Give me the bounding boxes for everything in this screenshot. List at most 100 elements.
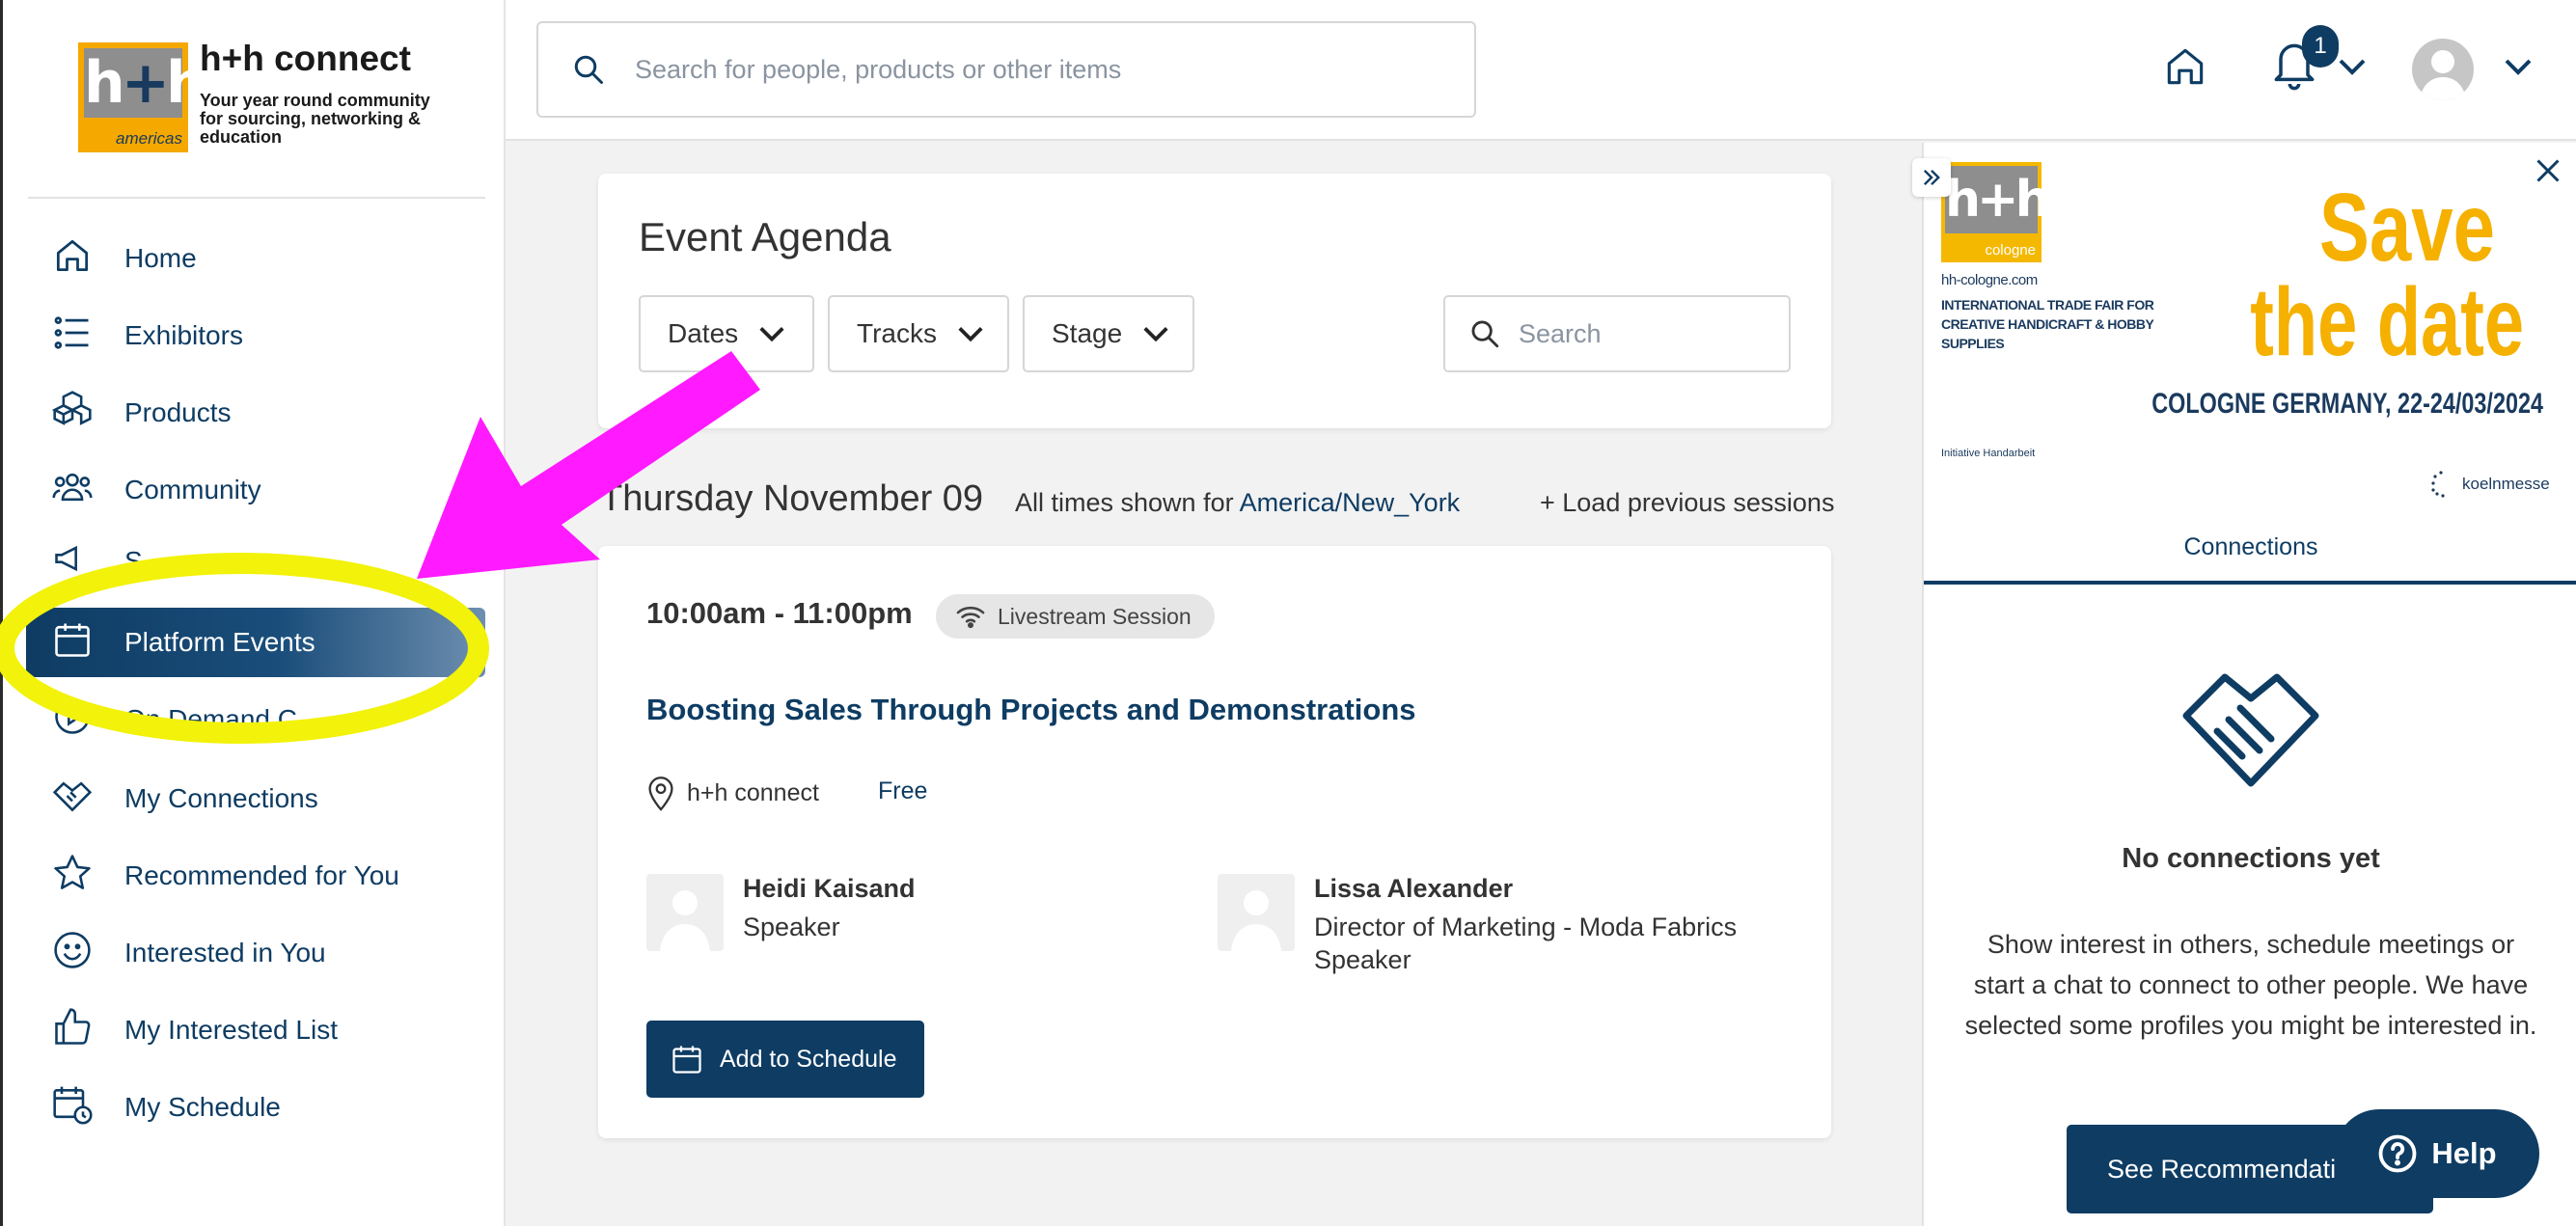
sidebar-item-partial[interactable]: S [26, 532, 485, 590]
chevron-down-icon [1143, 327, 1168, 342]
day-title: Thursday November 09 [600, 478, 984, 519]
search-icon [574, 55, 603, 84]
location-label: h+h connect [687, 778, 819, 806]
top-bar: 1 [506, 0, 2576, 141]
sidebar-item-my-connections[interactable]: My Connections [26, 764, 485, 833]
logo-sub: americas [116, 129, 182, 148]
speaker-role: Speaker [743, 913, 840, 941]
sidebar-item-interested-in-you[interactable]: Interested in You [26, 918, 485, 988]
stage-filter[interactable]: Stage [1023, 295, 1194, 372]
double-chevron-right-icon [1923, 169, 1940, 186]
filter-label: Tracks [857, 318, 937, 348]
expand-panel-button[interactable] [1912, 158, 1951, 197]
sidebar: h+h americas h+h connect Your year round… [0, 0, 506, 1226]
global-search[interactable] [536, 21, 1476, 118]
session-time: 10:00am - 11:00pm [646, 596, 913, 630]
sidebar-item-community[interactable]: Community [26, 455, 485, 525]
sidebar-item-label: Community [124, 475, 261, 504]
agenda-filter-card: Event Agenda Dates Tracks Stage [598, 174, 1831, 428]
empty-state-title: No connections yet [2122, 843, 2380, 874]
home-button[interactable] [2161, 42, 2209, 91]
chevron-down-icon[interactable] [2337, 56, 2368, 77]
sidebar-item-on-demand[interactable]: On Demand C [26, 691, 485, 749]
schedule-icon [51, 1083, 99, 1131]
koelnmesse-logo: koelnmesse [2429, 471, 2550, 498]
calendar-icon [672, 1046, 701, 1074]
dates-filter[interactable]: Dates [639, 295, 814, 372]
banner-headline: Save [2318, 174, 2495, 282]
add-to-schedule-button[interactable]: Add to Schedule [646, 1021, 924, 1098]
banner-sponsor: Initiative Handarbeit [1941, 448, 2036, 459]
search-icon [1471, 320, 1499, 348]
banner-site: hh-cologne.com [1941, 272, 2038, 288]
user-avatar[interactable] [2412, 39, 2474, 100]
chevron-down-icon [958, 327, 983, 342]
handshake-icon [2179, 664, 2323, 789]
logo-mark: h+h [1945, 166, 2051, 233]
question-circle-icon [2378, 1134, 2417, 1173]
load-previous-sessions[interactable]: + Load previous sessions [1540, 488, 1834, 518]
help-button[interactable]: Help [2335, 1109, 2539, 1198]
sidebar-item-home[interactable]: Home [26, 224, 485, 293]
page-title: Event Agenda [639, 214, 891, 259]
close-banner-button[interactable] [2534, 156, 2562, 185]
speaker-avatar [1218, 874, 1295, 951]
hh-cologne-logo: h+h cologne [1941, 162, 2051, 262]
timezone-link[interactable]: America/New_York [1240, 488, 1461, 517]
session-location: h+h connect [646, 774, 819, 812]
dots-arc-icon [2431, 471, 2445, 498]
tracks-filter[interactable]: Tracks [828, 295, 1009, 372]
megaphone-icon [51, 537, 99, 586]
session-price: Free [878, 777, 928, 804]
notification-badge: 1 [2302, 25, 2339, 68]
button-label: Add to Schedule [720, 1045, 897, 1073]
sidebar-item-my-schedule[interactable]: My Schedule [26, 1073, 485, 1142]
hh-americas-logo[interactable]: h+h americas [78, 42, 207, 152]
sidebar-item-label: My Connections [124, 783, 318, 813]
connections-panel: h+h cologne hh-cologne.com INTERNATIONAL… [1912, 143, 2576, 1226]
speaker-role: Director of Marketing - Moda Fabrics [1314, 913, 1738, 941]
filter-label: Stage [1052, 318, 1123, 348]
sidebar-item-recommended[interactable]: Recommended for You [26, 841, 485, 911]
star-icon [51, 852, 99, 900]
chevron-down-icon[interactable] [2503, 56, 2534, 77]
sidebar-item-interested-list[interactable]: My Interested List [26, 995, 485, 1065]
speaker-role: Speaker [1314, 945, 1411, 974]
boxes-icon [51, 389, 99, 437]
brand-name: h+h connect [200, 39, 411, 78]
close-icon [2536, 159, 2560, 182]
speaker-name: Heidi Kaisand [743, 874, 916, 903]
sidebar-item-label: Recommended for You [124, 860, 399, 890]
home-icon [2167, 48, 2204, 85]
sidebar-item-label: Interested in You [124, 938, 326, 967]
play-icon [51, 695, 99, 744]
session-title[interactable]: Boosting Sales Through Projects and Demo… [646, 693, 1416, 727]
global-search-input[interactable] [635, 54, 1407, 85]
filter-label: Dates [668, 318, 739, 348]
smile-icon [51, 929, 99, 977]
agenda-search[interactable] [1443, 295, 1791, 372]
organizer-label: koelnmesse [2462, 475, 2550, 493]
save-the-date-banner[interactable]: h+h cologne hh-cologne.com INTERNATIONAL… [1924, 143, 2576, 513]
tab-connections[interactable]: Connections [1924, 513, 2576, 585]
sidebar-divider [28, 197, 485, 199]
wifi-icon [956, 606, 985, 629]
agenda-search-input[interactable] [1519, 318, 1769, 349]
timezone-prefix: All times shown for [1015, 488, 1234, 517]
thumbs-up-icon [51, 1006, 99, 1054]
empty-state-text: Show interest in others, schedule meetin… [1964, 930, 2537, 1040]
sidebar-item-exhibitors[interactable]: Exhibitors [26, 301, 485, 370]
calendar-icon [51, 618, 99, 667]
sidebar-item-label: Home [124, 243, 197, 273]
logo-mark: h+h [84, 48, 207, 118]
sidebar-item-platform-events[interactable]: Platform Events [26, 608, 485, 677]
sidebar-item-label: On Demand C [124, 704, 297, 734]
sidebar-item-label: Exhibitors [124, 320, 243, 350]
session-card: 10:00am - 11:00pm Livestream Session Boo… [598, 546, 1831, 1138]
livestream-badge: Livestream Session [936, 594, 1215, 639]
sidebar-item-products[interactable]: Products [26, 378, 485, 448]
handshake-icon [51, 775, 99, 823]
sidebar-item-label: Products [124, 397, 232, 427]
sidebar-item-label: Platform Events [124, 627, 315, 657]
sidebar-item-label: My Schedule [124, 1092, 281, 1122]
